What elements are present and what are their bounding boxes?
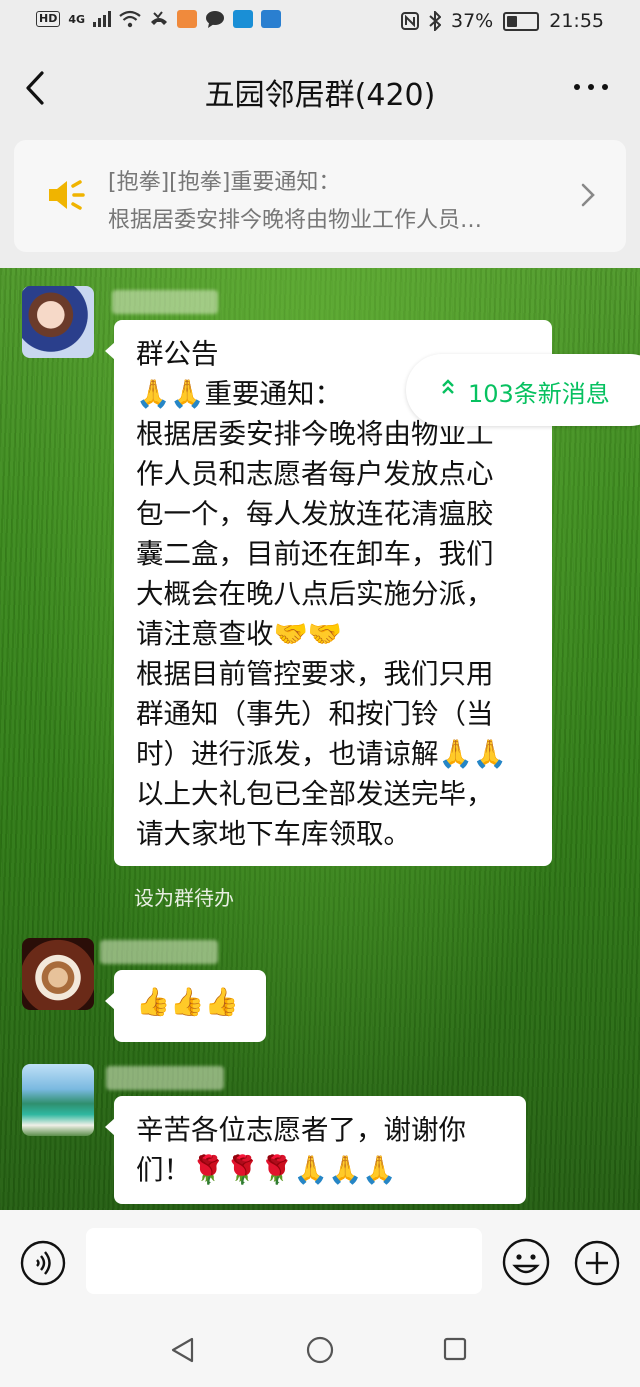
status-bar-left: HD 4G	[36, 10, 282, 28]
message-line: 请注意查收🤝🤝	[136, 618, 342, 650]
message-line: 时）进行派发，也请谅解🙏🙏	[136, 738, 507, 770]
battery-icon	[503, 11, 540, 31]
message-line: 群通知（事先）和按门铃（当	[136, 698, 494, 730]
missed-call-icon	[151, 11, 168, 25]
signal-icon	[93, 11, 112, 27]
wifi-icon	[119, 10, 141, 28]
message-bubble-thanks[interactable]: 辛苦各位志愿者了，谢谢你 们！🌹🌹🌹🙏🙏🙏	[105, 1096, 526, 1204]
message-icon	[206, 11, 225, 28]
message-line: 请大家地下车库领取。	[136, 818, 411, 850]
browser-app-icon	[233, 10, 254, 28]
bluetooth-icon	[429, 11, 441, 31]
emoji-icon[interactable]	[502, 1238, 550, 1286]
nav-home-icon[interactable]	[306, 1336, 334, 1364]
chat-title: 五园邻居群(420)	[204, 78, 436, 113]
plus-icon[interactable]	[574, 1240, 620, 1286]
sender-name-blurred	[100, 940, 218, 964]
sender-name-blurred	[112, 290, 218, 314]
status-bar: HD 4G 37% 21:55	[0, 0, 640, 44]
message-line: 根据目前管控要求，我们只用	[136, 658, 494, 690]
system-navigation-bar	[0, 1310, 640, 1387]
battery-percent: 37%	[451, 10, 494, 32]
chat-message-list[interactable]: 群公告 🙏🙏重要通知： 根据居委安排今晚将由物业工 作人员和志愿者每户发放点心 …	[0, 268, 640, 1210]
speaker-icon	[49, 180, 85, 210]
network-type: 4G	[68, 12, 86, 26]
status-bar-right: 37% 21:55	[401, 10, 604, 32]
chevron-right-icon	[581, 183, 595, 207]
message-line: 辛苦各位志愿者了，谢谢你	[136, 1114, 466, 1146]
announcement-title: [抱拳][抱拳]重要通知：	[108, 170, 341, 195]
chat-header: 五园邻居群(420)	[0, 44, 640, 134]
announcement-preview: 根据居委安排今晚将由物业工作人员…	[108, 208, 483, 233]
message-line: 作人员和志愿者每户发放点心	[136, 458, 494, 490]
new-messages-label: 103条新消息	[468, 380, 610, 408]
pinned-announcement[interactable]: [抱拳][抱拳]重要通知： 根据居委安排今晚将由物业工作人员…	[14, 140, 626, 252]
message-line: 们！🌹🌹🌹🙏🙏🙏	[136, 1154, 397, 1186]
message-line: 以上大礼包已全部发送完毕，	[136, 778, 494, 810]
more-options-button[interactable]	[574, 84, 608, 90]
weather-app-icon	[261, 10, 282, 28]
message-line: 囊二盒，目前还在卸车，我们	[136, 538, 494, 570]
message-bubble-thumbs[interactable]: 👍👍👍	[105, 970, 266, 1042]
nav-back-icon[interactable]	[170, 1336, 196, 1364]
message-line: 包一个，每人发放连花清瘟胶	[136, 498, 494, 530]
nav-recents-icon[interactable]	[443, 1337, 467, 1361]
voice-icon[interactable]	[20, 1240, 66, 1286]
avatar[interactable]	[22, 286, 94, 358]
set-group-todo-link[interactable]: 设为群待办	[134, 882, 234, 911]
message-line: 大概会在晚八点后实施分派，	[136, 578, 494, 610]
avatar[interactable]	[22, 1064, 94, 1136]
message-input[interactable]	[86, 1228, 482, 1294]
double-chevron-up-icon	[442, 379, 454, 394]
clock: 21:55	[549, 10, 604, 32]
thumbs-up-emoji: 👍👍👍	[136, 986, 239, 1018]
hd-indicator: HD	[36, 11, 61, 27]
sender-name-blurred	[106, 1066, 224, 1090]
new-messages-button[interactable]: 103条新消息	[406, 354, 640, 426]
input-bar	[0, 1210, 640, 1310]
app-notification-icon	[177, 10, 198, 28]
nfc-icon	[401, 12, 419, 30]
battery-fill	[507, 15, 518, 27]
more-dots-icon	[574, 84, 580, 90]
avatar[interactable]	[22, 938, 94, 1010]
